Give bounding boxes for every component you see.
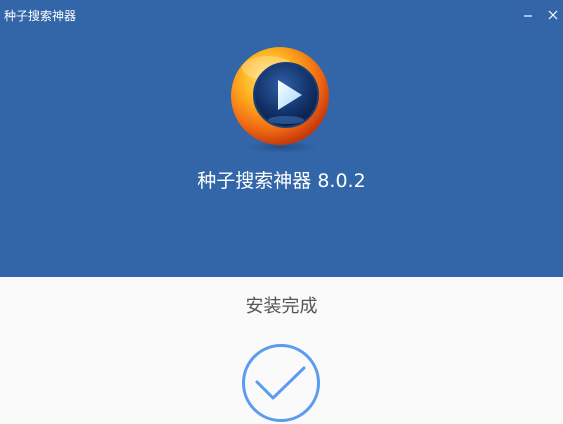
header-panel: 种子搜索神器 种子搜索神器 8.0.2	[0, 0, 563, 277]
minimize-button[interactable]	[519, 6, 537, 24]
minimize-icon	[524, 15, 532, 17]
app-version: 8.0.2	[317, 170, 366, 192]
close-button[interactable]	[544, 6, 562, 24]
window-title: 种子搜索神器	[4, 9, 77, 23]
checkmark-circle-icon	[242, 344, 320, 422]
close-icon	[548, 10, 558, 20]
app-name: 种子搜索神器	[197, 170, 312, 192]
installer-window: 种子搜索神器 种子搜索神器 8.0.2 安装完成	[0, 0, 563, 424]
app-name-version: 种子搜索神器 8.0.2	[0, 168, 563, 194]
install-status-text: 安装完成	[245, 296, 318, 317]
play-orb-logo-icon	[231, 47, 329, 153]
